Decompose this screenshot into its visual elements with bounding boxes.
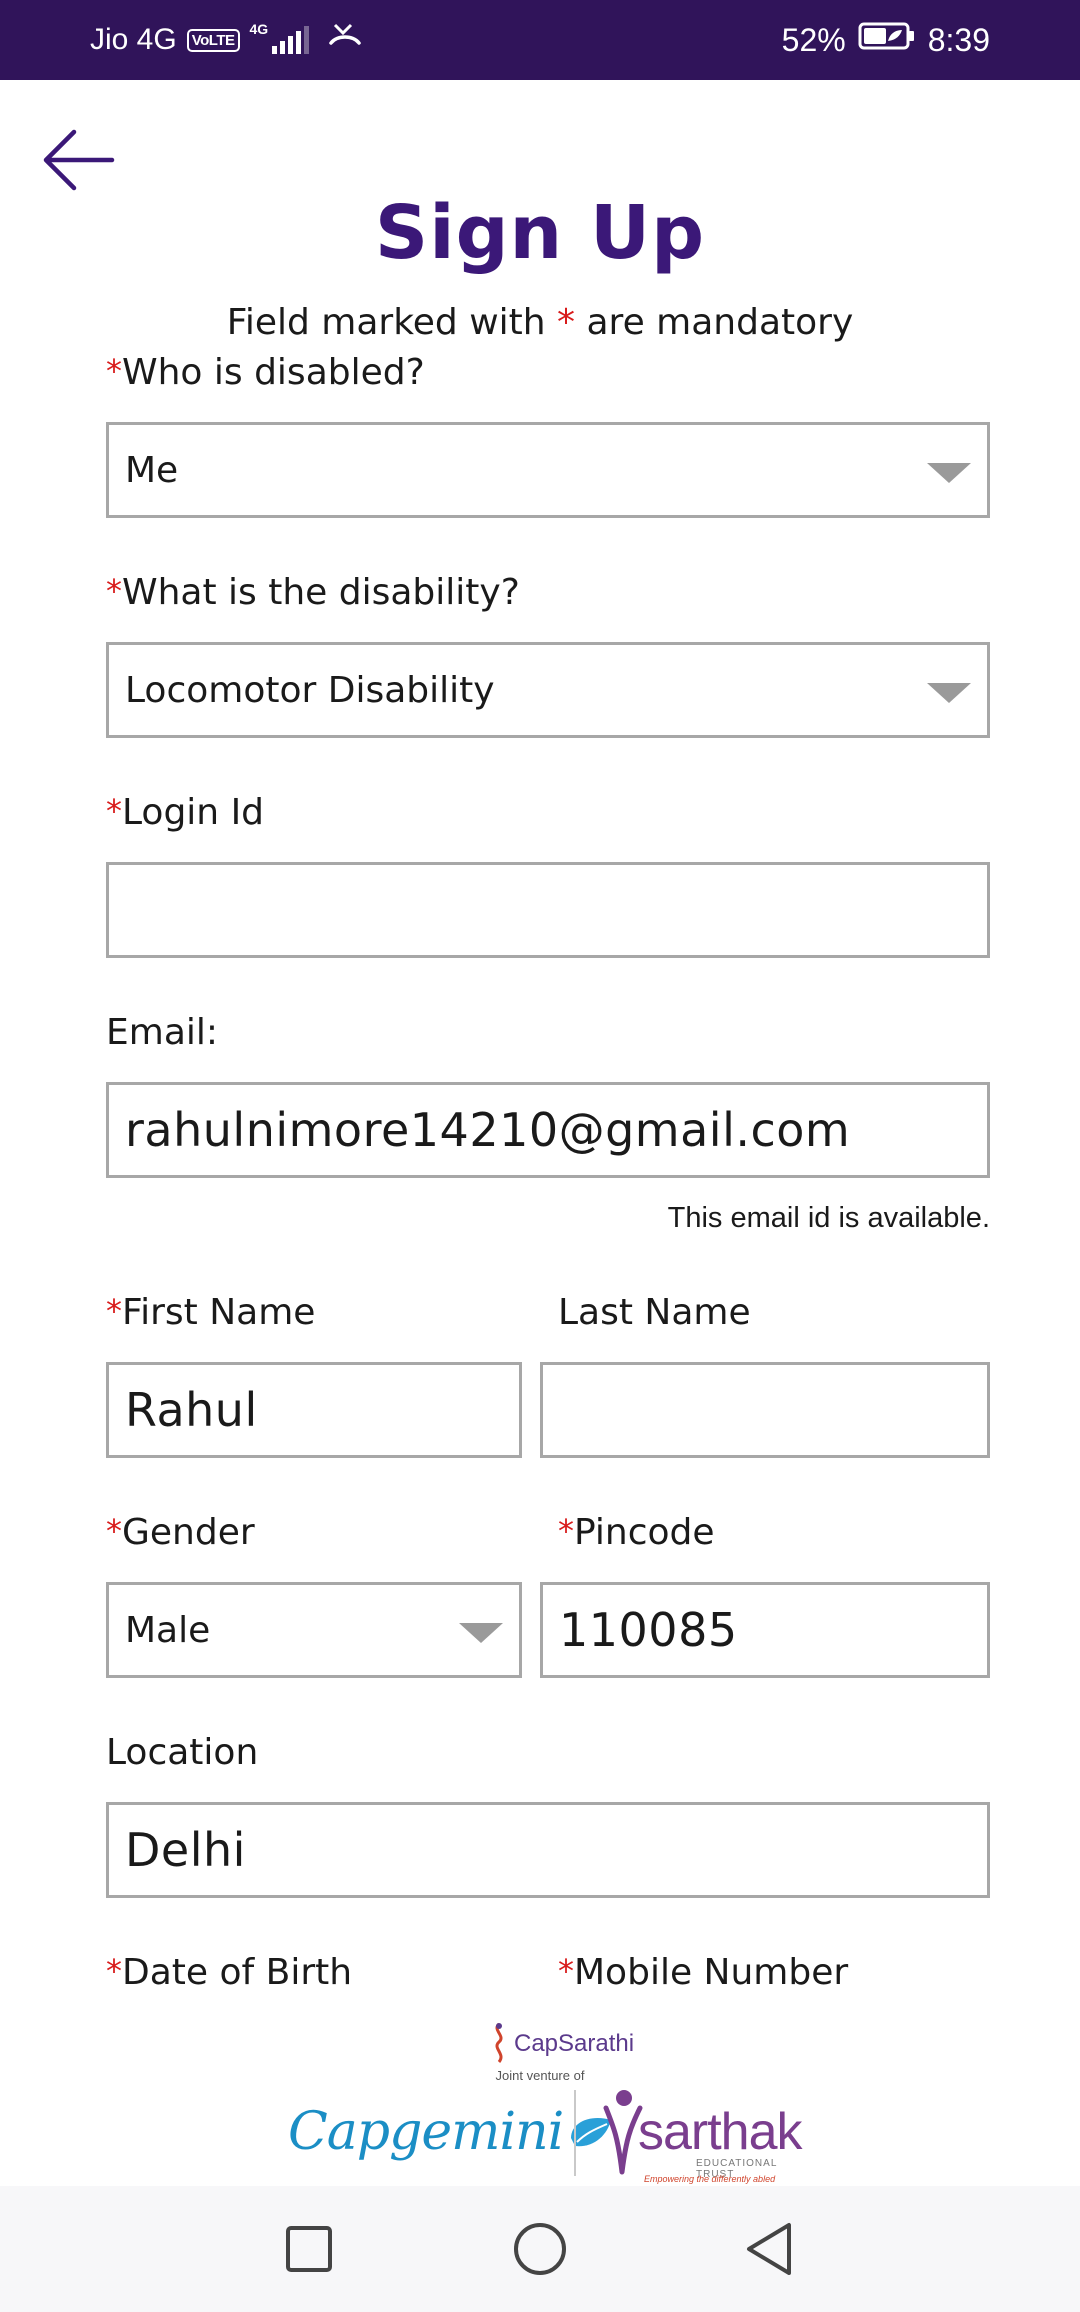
who-disabled-label: *Who is disabled? — [106, 352, 425, 393]
signal-icon — [272, 26, 310, 54]
disability-label: *What is the disability? — [106, 572, 520, 613]
pincode-input[interactable]: 110085 — [540, 1582, 990, 1678]
carrier-label: Jio 4G — [90, 23, 177, 56]
chevron-down-icon — [927, 463, 971, 483]
battery-icon — [858, 21, 916, 59]
capgemini-text: Capgemini — [288, 2102, 564, 2162]
mobile-label: *Mobile Number — [558, 1952, 848, 1993]
last-name-input[interactable] — [540, 1362, 990, 1458]
login-id-field[interactable] — [125, 865, 987, 955]
system-nav-bar — [0, 2186, 1080, 2312]
status-right: 52% 8:39 — [782, 0, 990, 80]
required-star: * — [106, 352, 122, 390]
mobile-label-text: Mobile Number — [574, 1952, 849, 1993]
triangle-back-icon — [747, 2223, 791, 2275]
arrow-left-icon — [43, 129, 115, 191]
who-disabled-select[interactable]: Me — [106, 422, 990, 518]
mandatory-note: Field marked with * are mandatory — [0, 302, 1080, 343]
mandatory-note-suffix: are mandatory — [586, 302, 854, 343]
email-value: rahulnimore14210@gmail.com — [125, 1103, 851, 1157]
network-type-label: 4G — [249, 21, 269, 37]
battery-percent: 52% — [781, 21, 846, 58]
sarthak-logo: sarthak EDUCATIONAL TRUST Empowering the… — [600, 2088, 803, 2184]
required-star: * — [557, 302, 576, 343]
email-input[interactable]: rahulnimore14210@gmail.com — [106, 1082, 990, 1178]
email-availability-hint: This email id is available. — [667, 1202, 990, 1234]
back-button[interactable] — [38, 128, 118, 192]
joint-venture-text: Joint venture of — [495, 2068, 585, 2083]
capgemini-logo: Capgemini — [288, 2102, 615, 2162]
capsarathi-icon — [495, 2022, 503, 2063]
disability-value: Locomotor Disability — [125, 669, 495, 711]
page-title: Sign Up — [374, 190, 706, 276]
back-nav-button[interactable] — [735, 2214, 805, 2284]
email-label: Email: — [106, 1012, 219, 1053]
required-star: * — [106, 1292, 122, 1330]
last-name-label: Last Name — [558, 1292, 751, 1333]
sarthak-tagline: Empowering the differently abled — [644, 2174, 776, 2184]
pincode-label: *Pincode — [558, 1512, 715, 1553]
location-input[interactable]: Delhi — [106, 1802, 990, 1898]
partner-logos: CapSarathi Joint venture of Capgemini sa… — [0, 2010, 1080, 2184]
required-star: * — [106, 1952, 122, 1990]
gender-value: Male — [125, 1609, 211, 1651]
gender-select[interactable]: Male — [106, 1582, 522, 1678]
required-star: * — [106, 792, 122, 830]
pincode-label-text: Pincode — [574, 1512, 715, 1553]
who-disabled-value: Me — [125, 449, 179, 491]
login-id-label: *Login Id — [106, 792, 264, 833]
dob-label: *Date of Birth — [106, 1952, 352, 1993]
pincode-value: 110085 — [559, 1603, 738, 1657]
location-value: Delhi — [125, 1823, 246, 1877]
logo-divider — [574, 2090, 576, 2176]
last-name-field[interactable] — [559, 1365, 987, 1455]
required-star: * — [106, 1512, 122, 1550]
required-star: * — [106, 572, 122, 610]
dob-label-text: Date of Birth — [122, 1952, 353, 1993]
login-id-input[interactable] — [106, 862, 990, 958]
required-star: * — [558, 1512, 574, 1550]
missed-call-icon — [327, 21, 363, 59]
chevron-down-icon — [459, 1623, 503, 1643]
disability-select[interactable]: Locomotor Disability — [106, 642, 990, 738]
first-name-input[interactable]: Rahul — [106, 1362, 522, 1458]
gender-label: *Gender — [106, 1512, 255, 1553]
clock: 8:39 — [927, 21, 990, 58]
circle-icon — [514, 2223, 566, 2275]
square-icon — [286, 2226, 332, 2272]
status-bar: Jio 4G VoLTE 4G 52% 8:39 — [0, 0, 1080, 80]
capsarathi-logo: CapSarathi — [490, 2022, 634, 2066]
volte-badge: VoLTE — [186, 28, 240, 52]
gender-label-text: Gender — [122, 1512, 255, 1553]
required-star: * — [558, 1952, 574, 1990]
capsarathi-text: CapSarathi — [514, 2030, 635, 2057]
first-name-label-text: First Name — [122, 1292, 316, 1333]
login-id-label-text: Login Id — [122, 792, 265, 833]
home-button[interactable] — [505, 2214, 575, 2284]
recents-button[interactable] — [274, 2214, 344, 2284]
who-disabled-label-text: Who is disabled? — [122, 352, 425, 393]
sarthak-text: sarthak — [638, 2103, 803, 2161]
status-left: Jio 4G VoLTE 4G — [90, 0, 363, 80]
first-name-label: *First Name — [106, 1292, 315, 1333]
disability-label-text: What is the disability? — [122, 572, 520, 613]
chevron-down-icon — [927, 683, 971, 703]
mandatory-note-prefix: Field marked with — [226, 302, 546, 343]
first-name-value: Rahul — [125, 1383, 258, 1437]
location-label: Location — [106, 1732, 259, 1773]
